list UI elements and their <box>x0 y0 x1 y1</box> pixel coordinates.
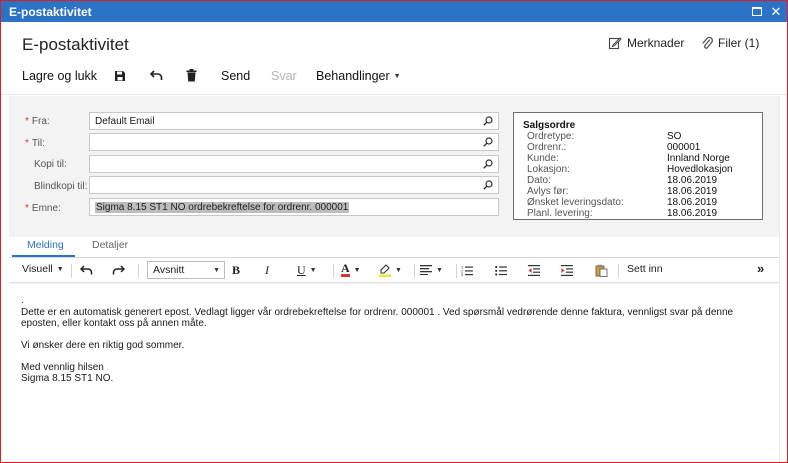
sales-order-row: Kunde: Innland Norge <box>527 153 730 164</box>
note-edit-icon <box>608 37 622 50</box>
subject-value: Sigma 8.15 ST1 NO ordrebekreftelse for o… <box>95 201 350 213</box>
vertical-scrollbar[interactable] <box>779 96 787 462</box>
editor-toolbar: Visuell ▼ Avsnitt ▼ B I U ▼ A ▼ ▼ ▼ 1 2 … <box>9 258 779 283</box>
undo-icon[interactable] <box>150 70 163 81</box>
search-icon[interactable] <box>481 135 495 149</box>
window-titlebar: E-postaktivitet ✕ <box>1 1 787 22</box>
highlight-dropdown[interactable]: ▼ <box>379 264 402 277</box>
bullet-list-icon[interactable] <box>495 265 507 276</box>
editor-line: eposten, eller kontakt oss på annen måte… <box>21 318 207 329</box>
toolbar-separator <box>333 264 334 278</box>
main-toolbar: Lagre og lukk Send Svar Behandlinger ▼ <box>1 65 787 89</box>
font-color-label: A <box>341 261 350 277</box>
numbered-list-icon[interactable]: 123 <box>461 265 473 276</box>
search-icon[interactable] <box>481 157 495 171</box>
files-label: Filer (1) <box>718 36 760 50</box>
editor-line: Dette er en automatisk generert epost. V… <box>21 307 734 318</box>
sales-order-row: Lokasjon: Hovedlokasjon <box>527 164 733 175</box>
from-value: Default Email <box>95 115 155 127</box>
insert-button[interactable]: Sett inn <box>627 263 663 275</box>
notes-button[interactable]: Merknader <box>608 36 684 50</box>
sales-order-row: Ordretype: SO <box>527 131 682 142</box>
actions-label: Behandlinger <box>316 69 390 83</box>
sales-order-row: Ordrenr.: 000001 <box>527 142 701 153</box>
page-header: E-postaktivitet Merknader Filer (1) <box>1 23 787 65</box>
to-field[interactable] <box>89 133 499 151</box>
window-title: E-postaktivitet <box>9 4 92 19</box>
paste-icon[interactable] <box>595 264 608 277</box>
cc-field[interactable] <box>89 155 499 173</box>
from-field[interactable]: Default Email <box>89 112 499 130</box>
toolbar-separator <box>618 264 619 278</box>
files-button[interactable]: Filer (1) <box>701 36 759 50</box>
cc-label: Kopi til: <box>34 159 67 170</box>
undo-icon[interactable] <box>80 265 93 275</box>
chevron-down-icon: ▼ <box>353 266 361 274</box>
more-tools-button[interactable]: » <box>757 261 764 276</box>
save-icon[interactable] <box>114 70 126 82</box>
paragraph-style-select[interactable]: Avsnitt ▼ <box>147 261 225 279</box>
sales-order-row: Dato: 18.06.2019 <box>527 175 718 186</box>
reply-button[interactable]: Svar <box>271 69 297 83</box>
sales-order-row: Avlys før: 18.06.2019 <box>527 186 718 197</box>
notes-label: Merknader <box>627 36 685 50</box>
editor-line: Sigma 8.15 ST1 NO. <box>21 373 114 384</box>
editor-line: . <box>21 295 24 306</box>
view-mode-dropdown[interactable]: Visuell ▼ <box>22 263 64 275</box>
bcc-label: Blindkopi til: <box>34 181 88 192</box>
trash-icon[interactable] <box>186 69 197 82</box>
toolbar-separator <box>456 264 457 278</box>
toolbar-divider <box>1 94 787 95</box>
chevron-down-icon: ▼ <box>395 267 402 274</box>
chevron-down-icon: ▼ <box>56 265 64 273</box>
subject-label: * Emne: <box>25 203 61 214</box>
view-mode-label: Visuell <box>22 263 53 275</box>
bold-button[interactable]: B <box>232 263 240 278</box>
sales-order-row: Planl. levering: 18.06.2019 <box>527 208 718 219</box>
page-title: E-postaktivitet <box>22 35 129 54</box>
paragraph-style-value: Avsnitt <box>153 264 185 276</box>
underline-label: U <box>297 263 306 277</box>
chevron-down-icon: ▼ <box>393 72 401 80</box>
maximize-icon[interactable] <box>749 4 765 20</box>
tab-details[interactable]: Detaljer <box>92 239 128 251</box>
sales-order-row: Ønsket leveringsdato: 18.06.2019 <box>527 197 718 208</box>
search-icon[interactable] <box>481 114 495 128</box>
sales-order-panel: Salgsordre Ordretype: SO Ordrenr.: 000001 … <box>513 112 763 220</box>
save-close-button[interactable]: Lagre og lukk <box>22 69 97 83</box>
search-icon[interactable] <box>481 178 495 192</box>
svg-text:3: 3 <box>461 272 464 276</box>
align-dropdown[interactable]: ▼ <box>420 265 443 275</box>
toolbar-separator <box>414 264 415 278</box>
outdent-icon[interactable] <box>528 265 540 276</box>
font-color-dropdown[interactable]: A ▼ <box>341 261 361 277</box>
email-activity-window: E-postaktivitet ✕ E-postaktivitet Merkna… <box>0 0 788 463</box>
from-label: * Fra: <box>25 116 50 127</box>
highlighter-icon <box>379 264 391 277</box>
italic-button[interactable]: I <box>265 263 269 278</box>
sales-order-title: Salgsordre <box>523 120 576 131</box>
toolbar-separator <box>71 264 72 278</box>
tab-message[interactable]: Melding <box>27 239 64 251</box>
redo-icon[interactable] <box>112 265 125 275</box>
align-left-icon <box>420 265 432 275</box>
message-editor[interactable]: . Dette er en automatisk generert epost.… <box>9 284 779 462</box>
to-label: * Til: <box>25 138 45 149</box>
subject-field[interactable]: Sigma 8.15 ST1 NO ordrebekreftelse for o… <box>89 198 499 216</box>
send-button[interactable]: Send <box>221 69 250 83</box>
editor-line: Vi ønsker dere en riktig god sommer. <box>21 340 185 351</box>
bcc-field[interactable] <box>89 176 499 194</box>
indent-icon[interactable] <box>561 265 573 276</box>
toolbar-separator <box>138 264 139 278</box>
chevron-down-icon: ▼ <box>213 266 220 274</box>
chevron-down-icon: ▼ <box>309 267 317 274</box>
underline-dropdown[interactable]: U ▼ <box>297 263 317 278</box>
paperclip-icon <box>702 36 713 49</box>
close-icon[interactable]: ✕ <box>768 4 784 20</box>
chevron-down-icon: ▼ <box>436 266 443 274</box>
actions-dropdown[interactable]: Behandlinger ▼ <box>316 69 401 83</box>
editor-line: Med vennlig hilsen <box>21 362 104 373</box>
